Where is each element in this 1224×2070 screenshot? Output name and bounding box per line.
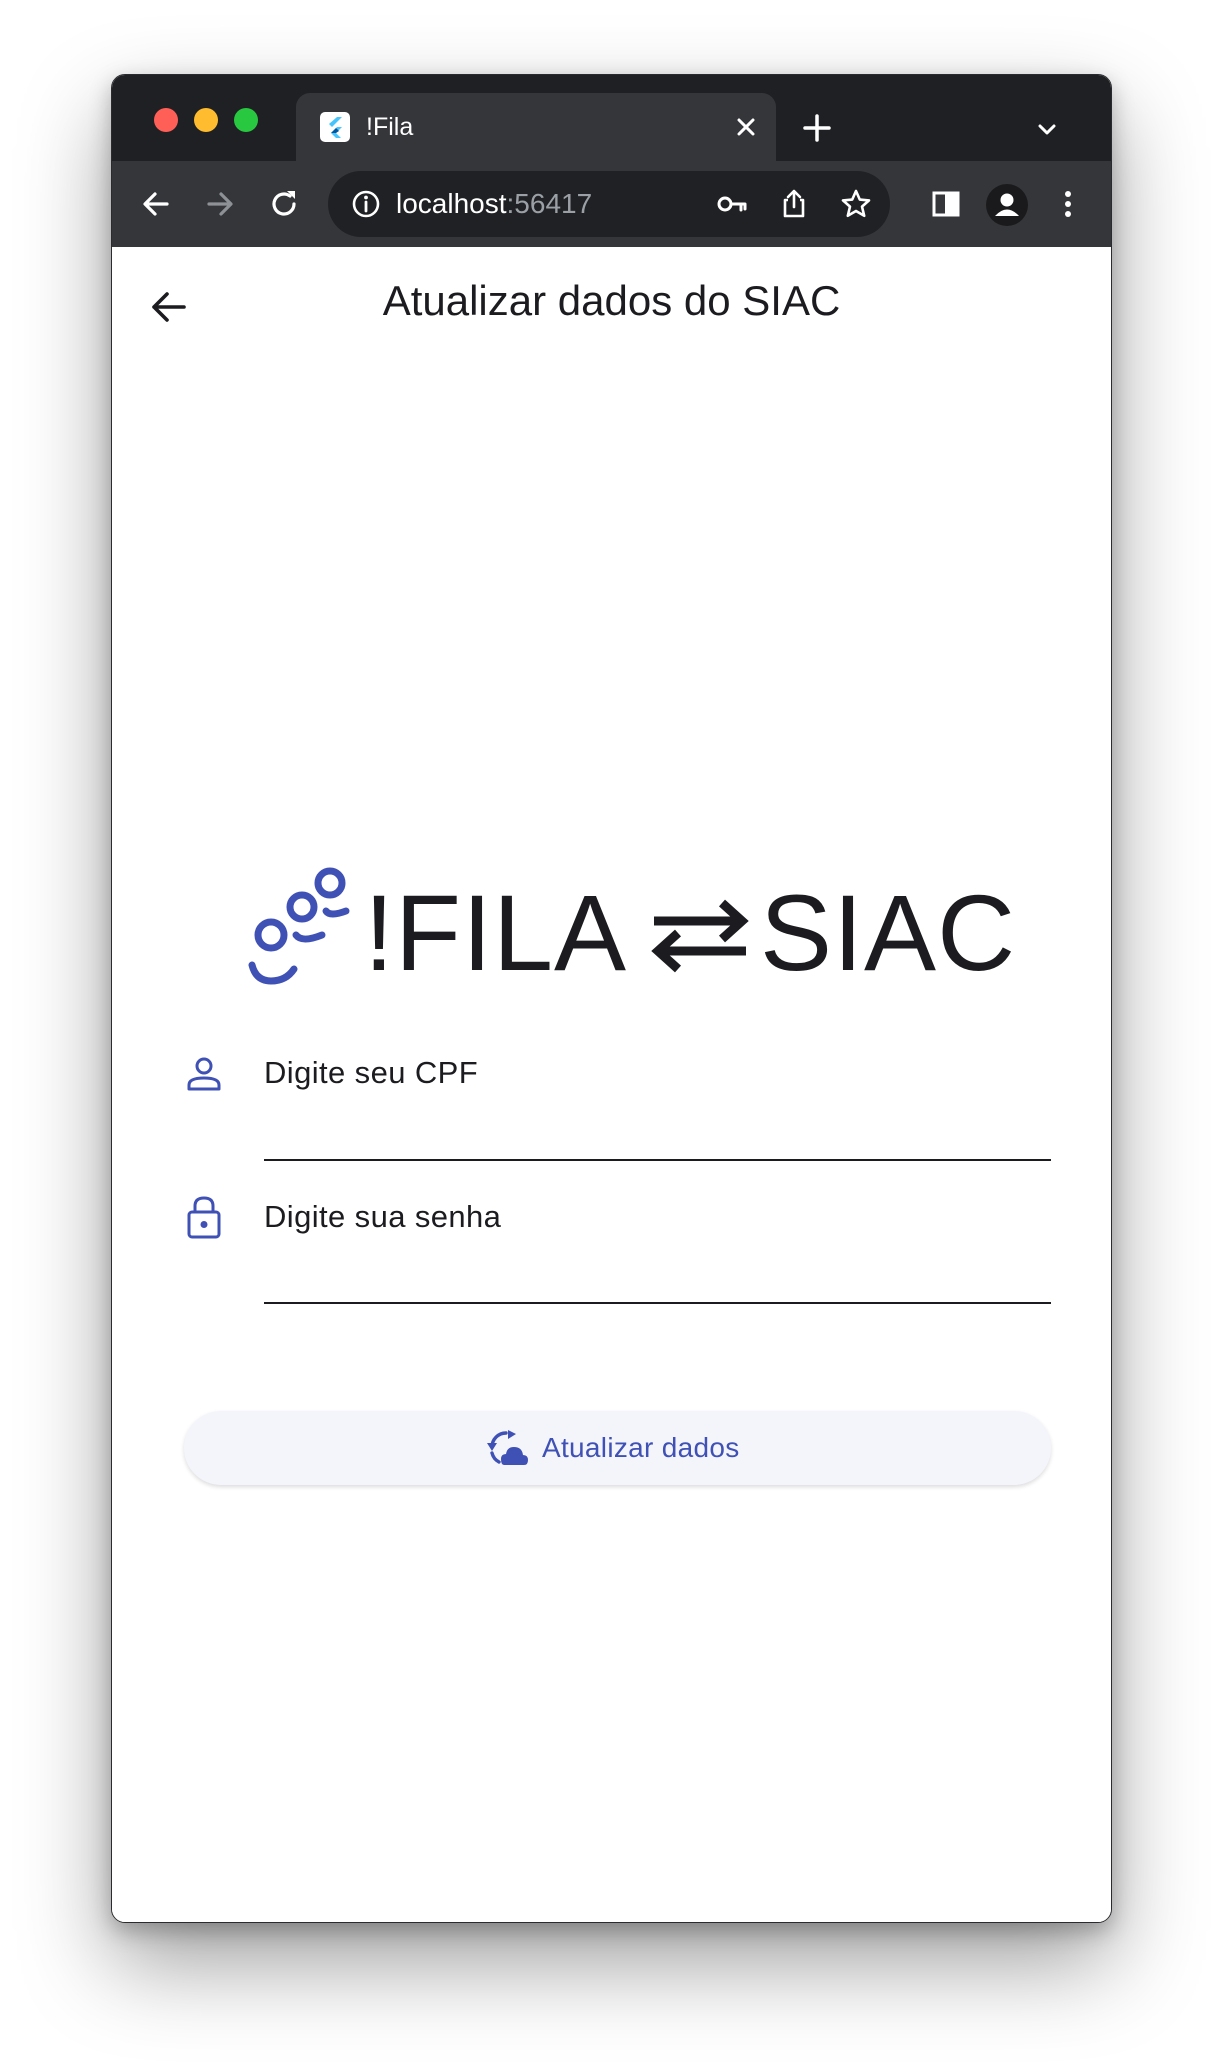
tab-title: !Fila xyxy=(366,113,414,141)
plus-icon[interactable] xyxy=(800,111,834,145)
cloud-sync-icon xyxy=(484,1429,528,1467)
swap-arrows-icon xyxy=(648,895,752,977)
update-data-button[interactable]: Atualizar dados xyxy=(184,1411,1051,1485)
browser-window: !Fila localhost:56417 Atualizar dados do… xyxy=(111,74,1112,1923)
lock-icon xyxy=(184,1194,224,1240)
arrow-left-icon[interactable] xyxy=(138,186,174,222)
cpf-field-underline xyxy=(264,1159,1051,1161)
screenshot-stage: !Fila localhost:56417 Atualizar dados do… xyxy=(0,0,1224,2070)
fila-siac-logo: !FILA SIAC xyxy=(246,865,1015,1010)
person-icon xyxy=(184,1054,224,1094)
minimize-window-button[interactable] xyxy=(194,108,218,132)
flutter-logo-icon xyxy=(320,112,350,142)
star-icon[interactable] xyxy=(838,186,874,222)
profile-icon[interactable] xyxy=(986,184,1028,226)
url-text: localhost:56417 xyxy=(396,187,592,221)
tab-strip: !Fila xyxy=(112,75,1111,161)
maximize-window-button[interactable] xyxy=(234,108,258,132)
reload-icon[interactable] xyxy=(266,186,302,222)
logo-fila-text: !FILA xyxy=(364,872,628,993)
cpf-field-label: Digite seu CPF xyxy=(264,1055,479,1090)
update-data-button-label: Atualizar dados xyxy=(542,1432,740,1463)
arrow-right-icon[interactable] xyxy=(202,186,238,222)
chevron-down-icon[interactable] xyxy=(1032,115,1062,145)
info-icon[interactable] xyxy=(348,186,384,222)
share-icon[interactable] xyxy=(776,186,812,222)
key-icon[interactable] xyxy=(714,186,750,222)
close-icon[interactable] xyxy=(734,115,758,139)
url-host: localhost xyxy=(396,188,507,219)
address-bar[interactable]: localhost:56417 xyxy=(328,171,890,237)
kebab-menu-icon[interactable] xyxy=(1050,186,1086,222)
browser-toolbar: localhost:56417 xyxy=(112,161,1111,247)
tab-fila[interactable]: !Fila xyxy=(296,93,776,161)
url-port: :56417 xyxy=(506,188,593,219)
page-title: Atualizar dados do SIAC xyxy=(382,277,841,324)
side-panel-icon[interactable] xyxy=(928,186,964,222)
close-window-button[interactable] xyxy=(154,108,178,132)
logo-siac-text: SIAC xyxy=(760,872,1017,993)
people-queue-icon xyxy=(246,865,356,993)
password-field-underline xyxy=(264,1302,1051,1304)
password-field-label: Digite sua senha xyxy=(264,1199,502,1234)
page-content: Atualizar dados do SIAC !FILA SIAC Digit… xyxy=(112,247,1111,1922)
